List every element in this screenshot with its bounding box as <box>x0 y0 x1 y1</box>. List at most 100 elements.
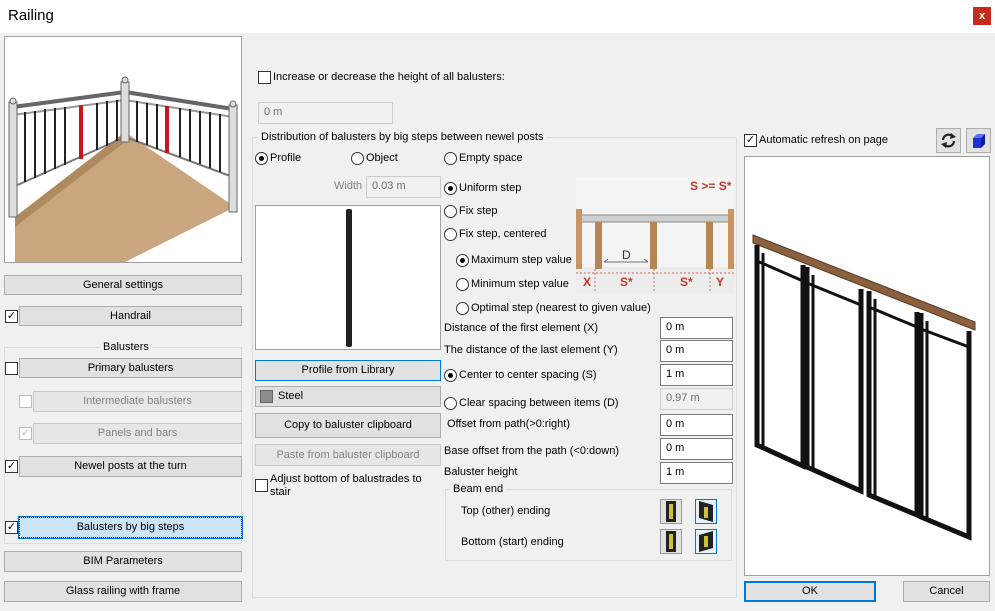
clear-spacing-input: 0.97 m <box>660 388 733 410</box>
top-ending-label: Top (other) ending <box>461 505 551 517</box>
handrail-button[interactable]: Handrail <box>19 306 242 326</box>
square-end-icon <box>666 501 676 522</box>
fix-step-centered-radio[interactable] <box>444 228 457 241</box>
glass-railing-button[interactable]: Glass railing with frame <box>4 581 242 602</box>
profile-radio[interactable] <box>255 152 268 165</box>
newel-posts-checkbox[interactable]: ✓ <box>5 460 18 473</box>
height-change-input: 0 m <box>258 102 393 124</box>
bottom-ending-label: Bottom (start) ending <box>461 536 564 548</box>
offset-path-input[interactable]: 0 m <box>660 414 733 436</box>
diagram-d-label: D <box>622 248 631 262</box>
object-radio-label: Object <box>366 152 398 164</box>
maximum-step-label: Maximum step value <box>471 254 572 266</box>
baluster-height-label: Baluster height <box>444 466 518 478</box>
distribution-group-title: Distribution of balusters by big steps b… <box>258 131 547 143</box>
adjust-bottom-label: Adjust bottom of balustrades to stair <box>270 473 422 498</box>
big-steps-checkbox[interactable]: ✓ <box>5 521 18 534</box>
optimal-step-label: Optimal step (nearest to given value) <box>471 302 651 314</box>
balusters-header: Balusters <box>100 341 152 353</box>
diagram-x-label: X <box>583 275 592 289</box>
diagram-s2-label: S* <box>680 275 693 289</box>
center-spacing-label: Center to center spacing (S) <box>459 369 597 381</box>
cancel-button[interactable]: Cancel <box>903 581 990 602</box>
close-button[interactable]: x <box>973 7 991 25</box>
profile-from-library-button[interactable]: Profile from Library <box>255 360 441 381</box>
angled-end-icon <box>699 531 713 552</box>
cube-icon <box>973 134 985 148</box>
bim-parameters-button[interactable]: BIM Parameters <box>4 551 242 572</box>
center-spacing-input[interactable]: 1 m <box>660 364 733 386</box>
paste-clipboard-button: Paste from baluster clipboard <box>255 444 441 466</box>
beam-end-title: Beam end <box>450 483 507 495</box>
bottom-ending-square-button[interactable] <box>660 529 682 554</box>
last-element-input[interactable]: 0 m <box>660 340 733 362</box>
first-element-input[interactable]: 0 m <box>660 317 733 339</box>
diagram-formula: S >= S* <box>690 179 732 193</box>
clear-spacing-label: Clear spacing between items (D) <box>459 397 619 409</box>
uniform-step-radio[interactable] <box>444 182 457 195</box>
uniform-step-label: Uniform step <box>459 182 522 194</box>
title-bar <box>0 0 995 33</box>
profile-shape <box>346 209 352 347</box>
clear-spacing-radio[interactable] <box>444 397 457 410</box>
refresh-button[interactable] <box>936 128 961 153</box>
adjust-bottom-checkbox[interactable] <box>255 479 268 492</box>
auto-refresh-checkbox[interactable]: ✓ <box>744 134 757 147</box>
newel-posts-button[interactable]: Newel posts at the turn <box>19 456 242 477</box>
first-element-label: Distance of the first element (X) <box>444 322 599 334</box>
height-change-label: Increase or decrease the height of all b… <box>273 71 505 83</box>
big-steps-button[interactable]: Balusters by big steps <box>18 516 243 539</box>
refresh-icon <box>941 133 956 148</box>
fix-step-label: Fix step <box>459 205 498 217</box>
square-end-icon <box>666 531 676 552</box>
angled-end-icon <box>699 501 713 522</box>
empty-space-radio-label: Empty space <box>459 152 523 164</box>
offset-path-label: Offset from path(>0:right) <box>447 418 570 430</box>
railing-3d-image <box>752 234 976 541</box>
baluster-height-input[interactable]: 1 m <box>660 462 733 484</box>
fix-step-centered-label: Fix step, centered <box>459 228 547 240</box>
fix-step-radio[interactable] <box>444 205 457 218</box>
diagram-y-label: Y <box>716 275 725 289</box>
handrail-checkbox[interactable]: ✓ <box>5 310 18 323</box>
diagram-s1-label: S* <box>620 275 633 289</box>
material-swatch-icon <box>260 390 273 403</box>
beam-end-group <box>445 489 732 561</box>
maximum-step-radio[interactable] <box>456 254 469 267</box>
profile-preview <box>255 205 441 350</box>
railing-thumbnail <box>4 36 242 263</box>
bottom-ending-angled-button[interactable] <box>695 529 717 554</box>
ok-button[interactable]: OK <box>744 581 876 602</box>
height-change-checkbox[interactable] <box>258 71 271 84</box>
last-element-label: The distance of the last element (Y) <box>444 344 618 356</box>
intermediate-balusters-button: Intermediate balusters <box>33 391 242 412</box>
minimum-step-radio[interactable] <box>456 278 469 291</box>
window-title: Railing <box>8 7 54 24</box>
panels-and-bars-button: Panels and bars <box>33 423 242 444</box>
railing-3d-preview <box>744 156 990 576</box>
base-offset-label: Base offset from the path (<0:down) <box>444 445 619 457</box>
empty-space-radio[interactable] <box>444 152 457 165</box>
primary-balusters-button[interactable]: Primary balusters <box>19 358 242 378</box>
general-settings-button[interactable]: General settings <box>4 275 242 295</box>
primary-balusters-checkbox[interactable] <box>5 362 18 375</box>
material-label: Steel <box>278 390 304 402</box>
width-label: Width <box>334 180 363 192</box>
intermediate-balusters-checkbox <box>19 395 32 408</box>
step-diagram-graphic <box>576 177 734 293</box>
railing-thumbnail-image <box>8 76 238 262</box>
optimal-step-radio[interactable] <box>456 302 469 315</box>
base-offset-input[interactable]: 0 m <box>660 438 733 460</box>
copy-clipboard-button[interactable]: Copy to baluster clipboard <box>255 413 441 438</box>
top-ending-square-button[interactable] <box>660 499 682 524</box>
material-button[interactable]: Steel <box>255 386 441 407</box>
view-3d-button[interactable] <box>966 128 991 153</box>
minimum-step-label: Minimum step value <box>471 278 569 290</box>
step-diagram: S >= S* D X S* S* Y <box>576 177 734 293</box>
panels-and-bars-checkbox: ✓ <box>19 427 32 440</box>
profile-radio-label: Profile <box>270 152 302 164</box>
center-spacing-radio[interactable] <box>444 369 457 382</box>
auto-refresh-label: Automatic refresh on page <box>759 134 889 146</box>
object-radio[interactable] <box>351 152 364 165</box>
top-ending-angled-button[interactable] <box>695 499 717 524</box>
